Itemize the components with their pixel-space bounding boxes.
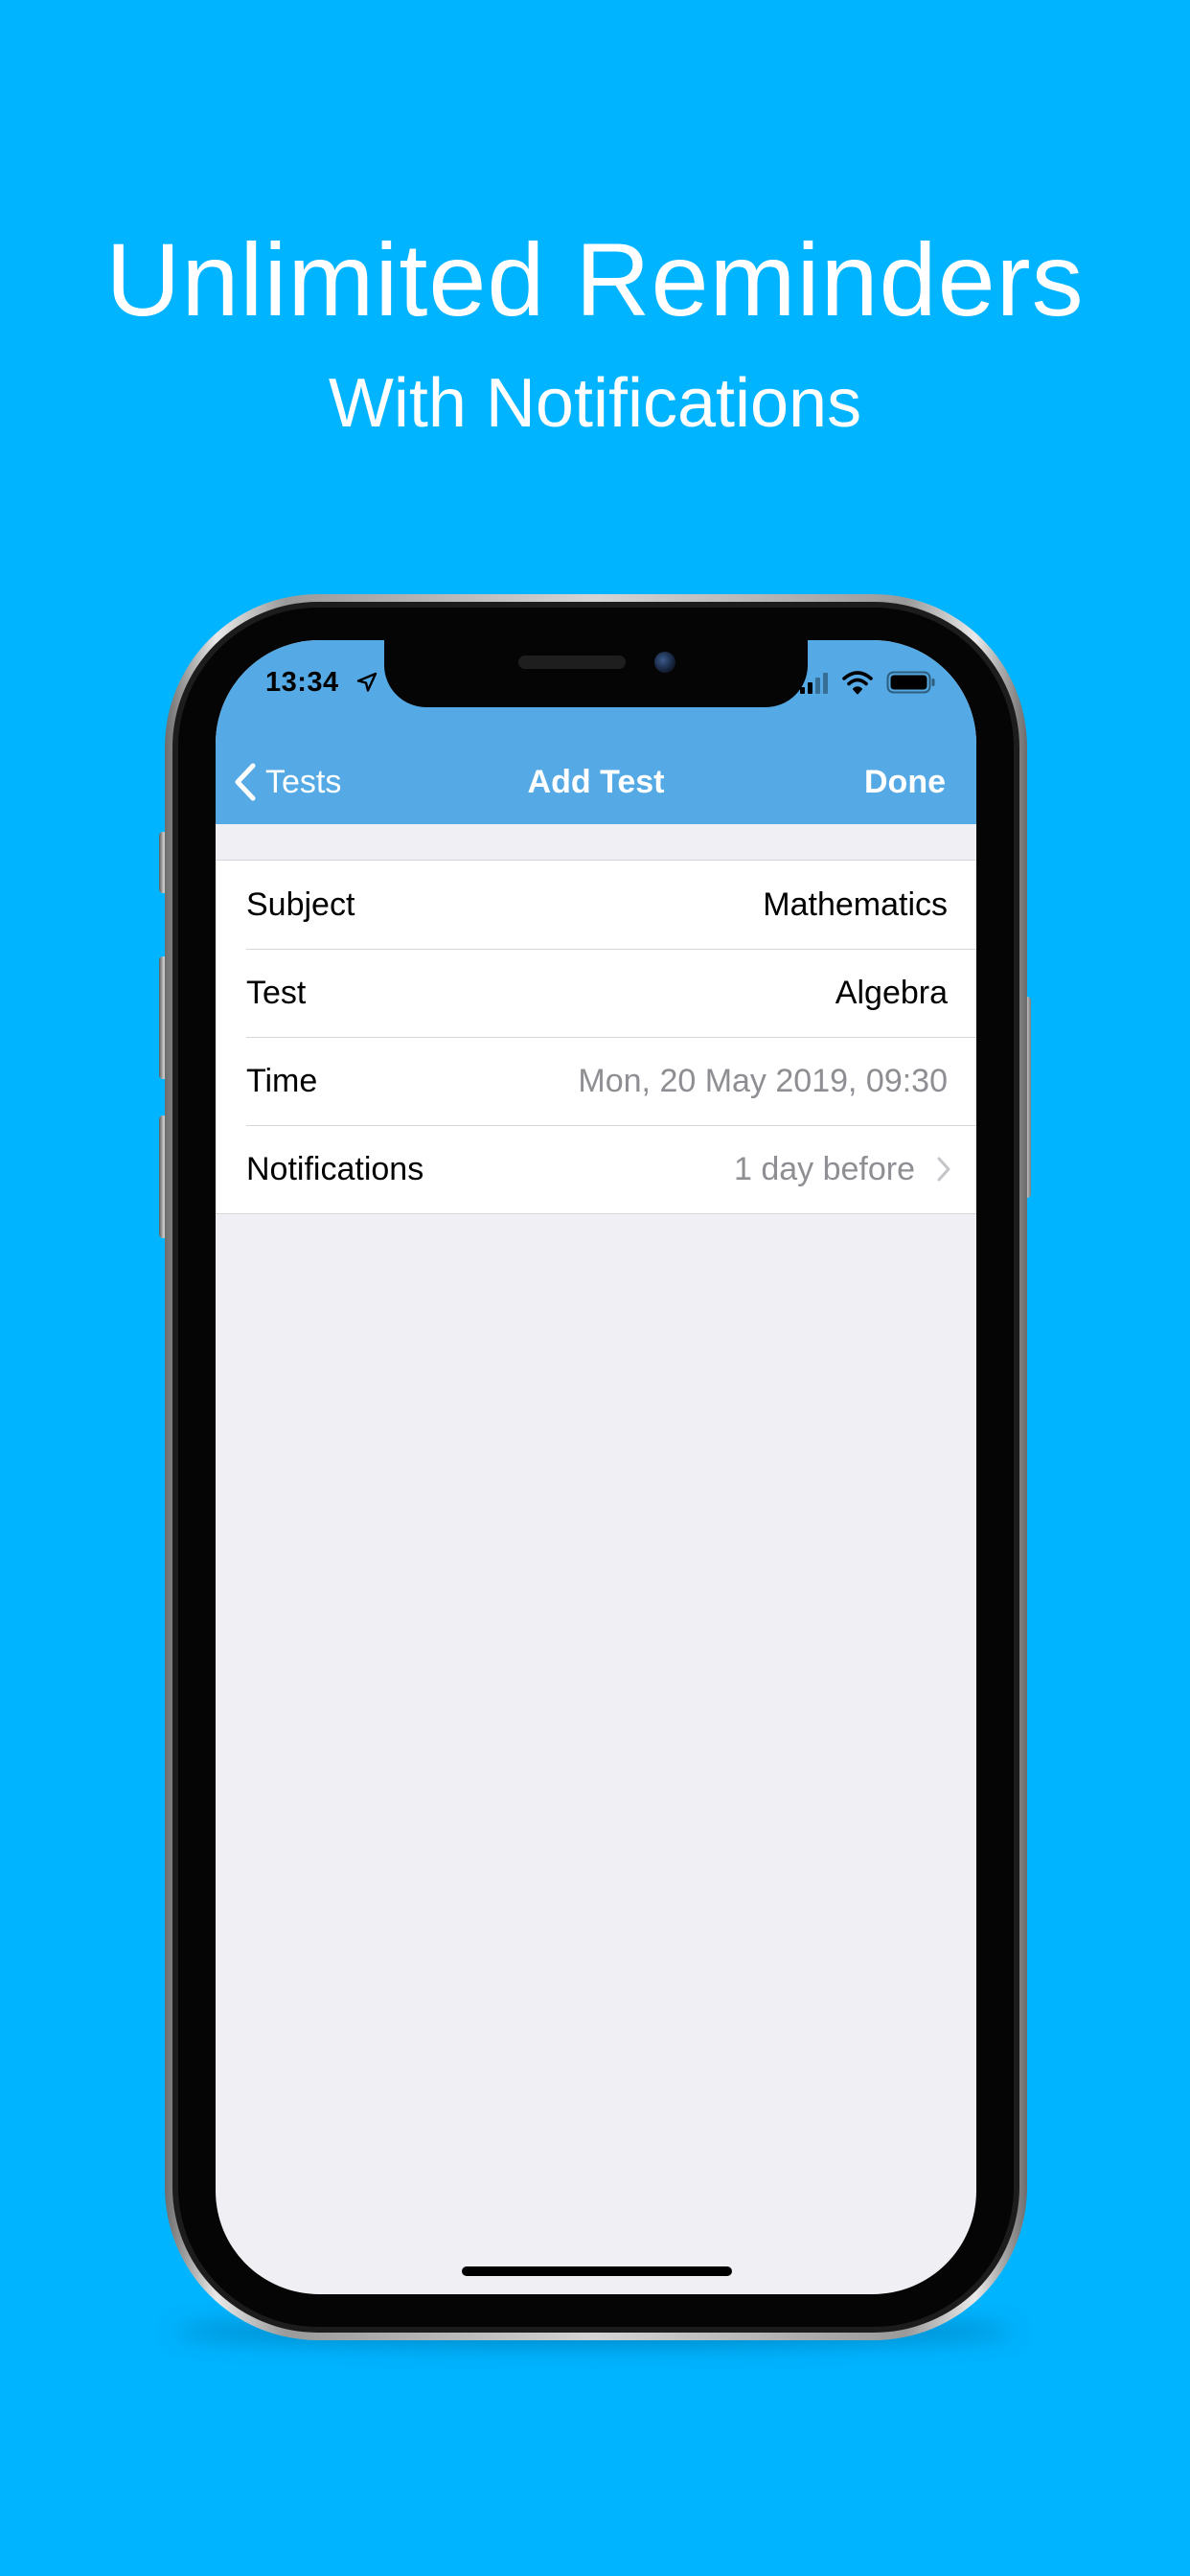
- test-row[interactable]: Test Algebra: [216, 949, 976, 1037]
- location-arrow-icon: [356, 672, 378, 692]
- phone-screen: 13:34 Tests Add Test Done Subject Mathem…: [216, 640, 976, 2294]
- wifi-icon: [842, 671, 873, 695]
- promo-title: Unlimited Reminders: [105, 221, 1085, 337]
- speaker-grille: [518, 656, 626, 669]
- notifications-label: Notifications: [246, 1150, 424, 1187]
- time-row[interactable]: Time Mon, 20 May 2019, 09:30: [216, 1037, 976, 1125]
- nav-title: Add Test: [527, 764, 665, 800]
- subject-value: Mathematics: [763, 886, 948, 923]
- notifications-row[interactable]: Notifications 1 day before: [216, 1125, 976, 1213]
- subject-label: Subject: [246, 886, 355, 923]
- time-label: Time: [246, 1062, 318, 1099]
- chevron-right-icon: [937, 1157, 950, 1182]
- promo-subtitle: With Notifications: [328, 365, 862, 442]
- time-value: Mon, 20 May 2019, 09:30: [578, 1062, 948, 1099]
- notch: [384, 640, 808, 707]
- notifications-value: 1 day before: [733, 1150, 915, 1187]
- front-camera: [654, 652, 675, 673]
- test-label: Test: [246, 974, 307, 1011]
- battery-icon: [886, 671, 935, 694]
- test-value: Algebra: [835, 974, 948, 1011]
- done-button[interactable]: Done: [864, 759, 946, 805]
- home-indicator[interactable]: [462, 2266, 732, 2276]
- add-test-form: Subject Mathematics Test Algebra Time Mo…: [216, 860, 976, 1214]
- status-time: 13:34: [265, 667, 339, 698]
- subject-row[interactable]: Subject Mathematics: [216, 861, 976, 949]
